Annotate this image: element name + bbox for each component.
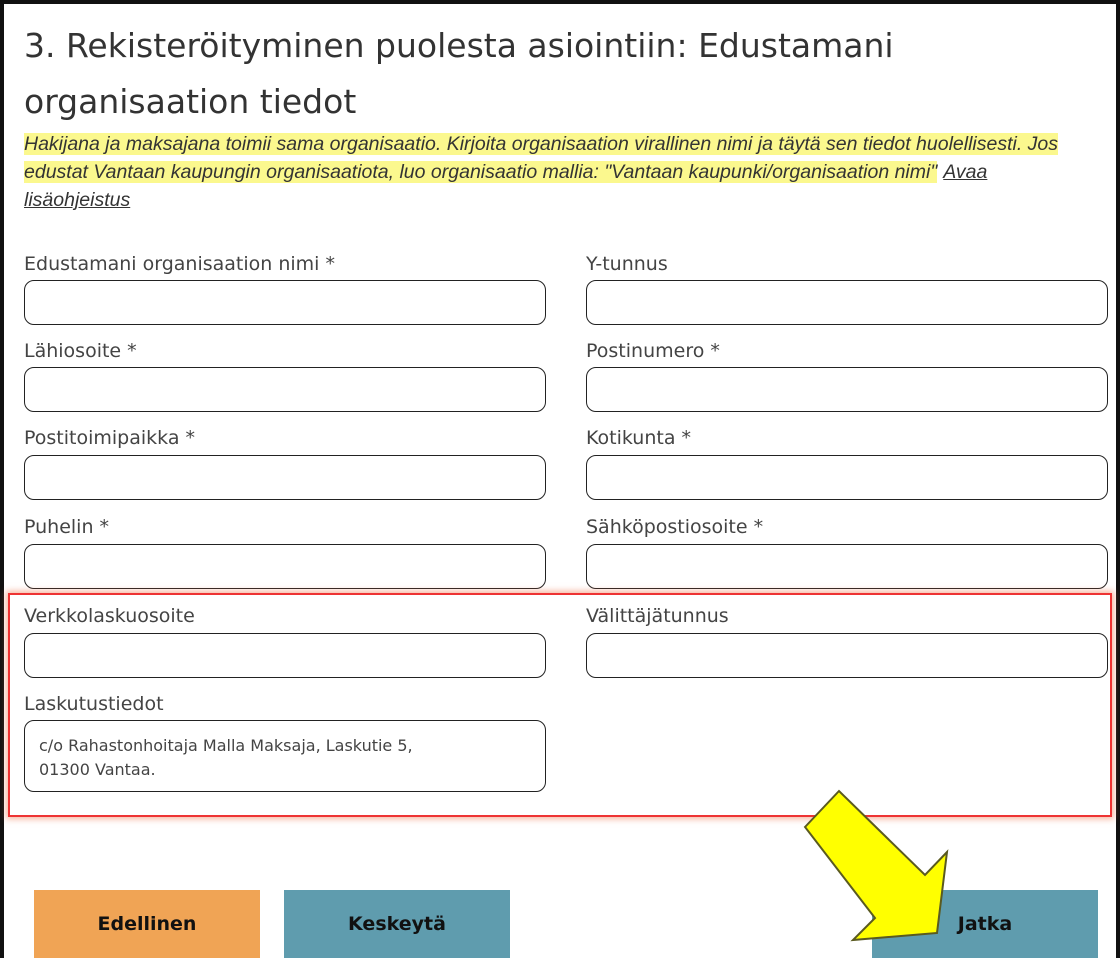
instruction-text: Hakijana ja maksajana toimii sama organi… [24, 130, 1084, 214]
instruction-highlight: Hakijana ja maksajana toimii sama organi… [24, 133, 1059, 183]
previous-button[interactable]: Edellinen [34, 890, 260, 958]
address-label: Lähiosoite * [24, 340, 137, 362]
einvoice-label: Verkkolaskuosoite [24, 605, 195, 627]
billing-textarea[interactable]: c/o Rahastonhoitaja Malla Maksaja, Lasku… [24, 720, 546, 792]
email-input[interactable] [586, 544, 1108, 589]
einvoice-input[interactable] [24, 633, 546, 678]
org-name-input[interactable] [24, 280, 546, 325]
y-tunnus-label: Y-tunnus [586, 253, 668, 275]
municipality-input[interactable] [586, 455, 1108, 500]
postal-code-label: Postinumero * [586, 340, 720, 362]
cancel-button[interactable]: Keskeytä [284, 890, 510, 958]
email-label: Sähköpostiosoite * [586, 516, 764, 538]
address-input[interactable] [24, 367, 546, 412]
post-office-label: Postitoimipaikka * [24, 427, 196, 449]
phone-input[interactable] [24, 544, 546, 589]
operator-label: Välittäjätunnus [586, 605, 729, 627]
y-tunnus-input[interactable] [586, 280, 1108, 325]
phone-label: Puhelin * [24, 516, 110, 538]
operator-input[interactable] [586, 633, 1108, 678]
page-title: 3. Rekisteröityminen puolesta asiointiin… [24, 26, 894, 121]
billing-label: Laskutustiedot [24, 693, 164, 715]
next-button[interactable]: Jatka [872, 890, 1098, 958]
postal-code-input[interactable] [586, 367, 1108, 412]
post-office-input[interactable] [24, 455, 546, 500]
municipality-label: Kotikunta * [586, 427, 692, 449]
org-name-label: Edustamani organisaation nimi * [24, 253, 336, 275]
